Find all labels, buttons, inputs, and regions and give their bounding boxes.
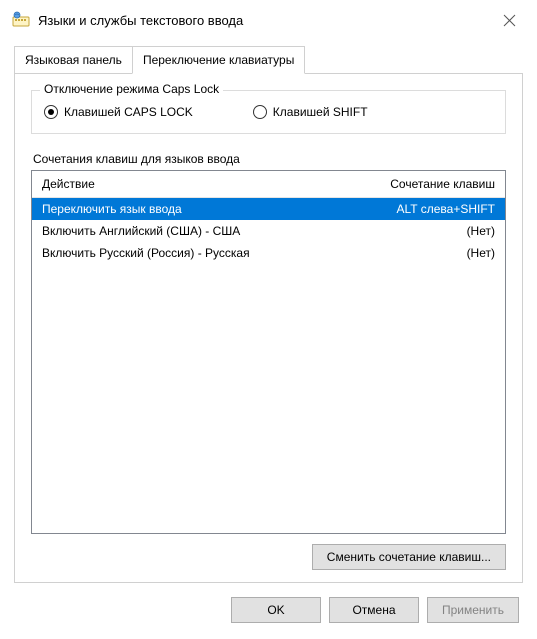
row-action: Включить Русский (Россия) - Русская <box>42 246 355 260</box>
hotkeys-listbox: Действие Сочетание клавиш Переключить яз… <box>31 170 506 534</box>
row-key: ALT слева+SHIFT <box>355 202 495 216</box>
tab-panel: Отключение режима Caps Lock Клавишей CAP… <box>14 73 523 583</box>
tab-row: Языковая панель Переключение клавиатуры <box>14 46 523 74</box>
close-icon <box>503 14 516 27</box>
list-row[interactable]: Включить Русский (Россия) - Русская(Нет) <box>32 242 505 264</box>
dialog-window: Языки и службы текстового ввода Языковая… <box>0 0 537 639</box>
titlebar: Языки и службы текстового ввода <box>0 0 537 40</box>
header-action: Действие <box>42 177 355 191</box>
row-key: (Нет) <box>355 224 495 238</box>
row-key: (Нет) <box>355 246 495 260</box>
hotkeys-label: Сочетания клавиш для языков ввода <box>31 152 506 166</box>
tab-language-bar[interactable]: Языковая панель <box>14 46 133 74</box>
window-title: Языки и службы текстового ввода <box>38 13 493 28</box>
close-button[interactable] <box>493 4 525 36</box>
tab-switch-keyboard[interactable]: Переключение клавиатуры <box>132 46 305 74</box>
capslock-legend: Отключение режима Caps Lock <box>40 82 223 96</box>
ok-button[interactable]: OK <box>231 597 321 623</box>
radio-shift[interactable]: Клавишей SHIFT <box>253 105 368 119</box>
row-action: Включить Английский (США) - США <box>42 224 355 238</box>
list-row[interactable]: Переключить язык вводаALT слева+SHIFT <box>32 198 505 220</box>
header-key: Сочетание клавиш <box>355 177 495 191</box>
radio-capslock[interactable]: Клавишей CAPS LOCK <box>44 105 193 119</box>
footer-buttons: OK Отмена Применить <box>0 583 537 639</box>
change-hotkey-button[interactable]: Сменить сочетание клавиш... <box>312 544 506 570</box>
cancel-button[interactable]: Отмена <box>329 597 419 623</box>
radio-capslock-label: Клавишей CAPS LOCK <box>64 105 193 119</box>
change-button-row: Сменить сочетание клавиш... <box>31 534 506 570</box>
capslock-group: Отключение режима Caps Lock Клавишей CAP… <box>31 90 506 134</box>
content-area: Языковая панель Переключение клавиатуры … <box>0 40 537 583</box>
radio-icon <box>253 105 267 119</box>
app-icon <box>12 11 30 29</box>
apply-button[interactable]: Применить <box>427 597 519 623</box>
radio-icon <box>44 105 58 119</box>
list-body: Переключить язык вводаALT слева+SHIFTВкл… <box>32 198 505 533</box>
radio-shift-label: Клавишей SHIFT <box>273 105 368 119</box>
list-row[interactable]: Включить Английский (США) - США(Нет) <box>32 220 505 242</box>
row-action: Переключить язык ввода <box>42 202 355 216</box>
radio-row: Клавишей CAPS LOCK Клавишей SHIFT <box>44 105 493 119</box>
list-header: Действие Сочетание клавиш <box>32 171 505 198</box>
